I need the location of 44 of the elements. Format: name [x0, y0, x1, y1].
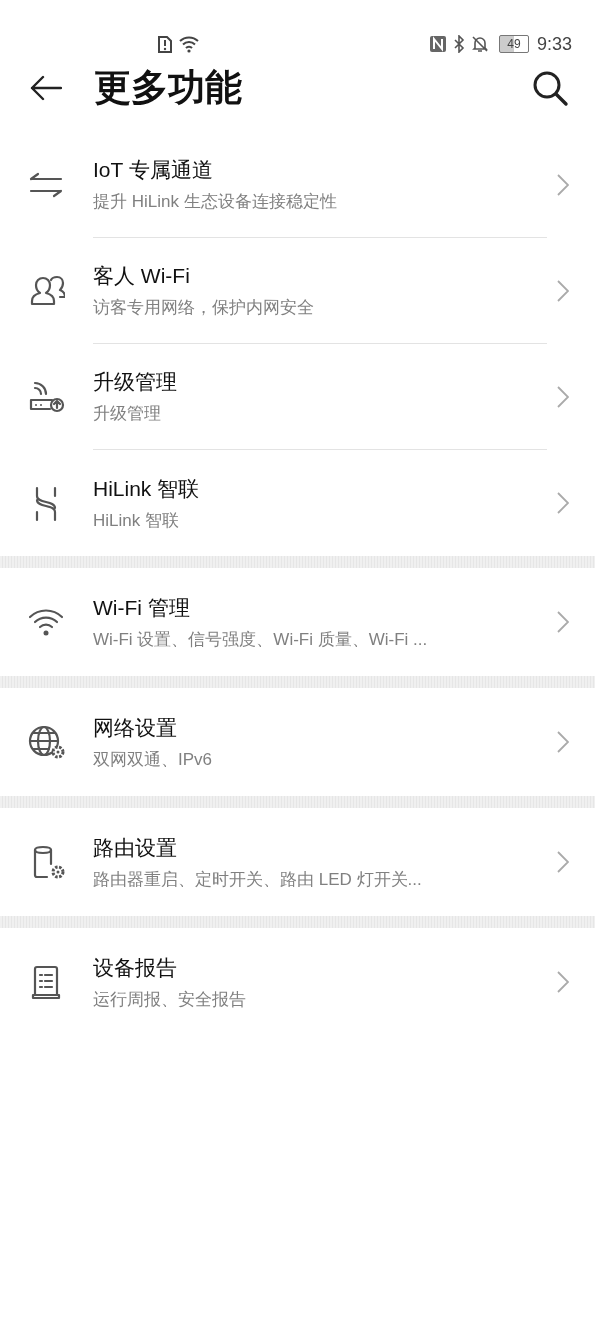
search-button[interactable]: [531, 69, 569, 107]
battery-icon: 49: [498, 35, 529, 53]
item-title: 客人 Wi-Fi: [93, 263, 191, 289]
item-title: 升级管理: [93, 369, 178, 395]
bluetooth-icon: [452, 35, 465, 53]
item-title: 网络设置: [93, 714, 178, 741]
chevron-icon: [557, 386, 569, 408]
menu-item[interactable]: IoT 专属通道 提升 HiLink 生态设备连接稳定性: [0, 132, 595, 238]
menu-item[interactable]: 设备报告 运行周报、安全报告: [0, 928, 595, 1036]
menu-item[interactable]: 路由设置 路由器重启、定时开关、路由 LED 灯开关...: [0, 808, 595, 916]
search-icon: [531, 69, 569, 107]
item-subtitle: Wi-Fi 设置、信号强度、Wi-Fi 质量、Wi-Fi ...: [93, 628, 429, 651]
item-subtitle: 路由器重启、定时开关、路由 LED 灯开关...: [93, 868, 423, 891]
chevron-icon: [557, 611, 569, 633]
item-title: 设备报告: [93, 954, 178, 981]
menu-item[interactable]: HiLink 智联 HiLink 智联: [0, 450, 595, 556]
chevron-icon: [557, 492, 569, 514]
clock-time: 9:33: [536, 33, 572, 55]
item-subtitle: 双网双通、IPv6: [93, 748, 214, 771]
chevron-icon: [557, 731, 569, 753]
sim-alert-icon: [158, 35, 172, 53]
nfc-icon: [428, 35, 447, 53]
chevron-icon: [557, 851, 569, 873]
item-title: HiLink 智联: [93, 475, 201, 502]
wifi-icon: [178, 35, 200, 53]
menu-item[interactable]: 客人 Wi-Fi 访客专用网络，保护内网安全: [0, 238, 595, 344]
chevron-icon: [557, 280, 569, 302]
item-title: Wi-Fi 管理: [93, 594, 191, 621]
item-subtitle: 访客专用网络，保护内网安全: [93, 297, 315, 319]
item-subtitle: HiLink 智联: [93, 509, 180, 532]
item-title: 路由设置: [93, 834, 178, 861]
bell-off-icon: [470, 35, 489, 53]
chevron-icon: [557, 174, 569, 196]
menu-item[interactable]: 升级管理 升级管理: [0, 344, 595, 450]
globe-gear-icon: [27, 723, 65, 761]
back-arrow-icon[interactable]: [30, 75, 62, 101]
page-title: 更多功能: [94, 65, 242, 111]
item-subtitle: 升级管理: [93, 403, 162, 425]
item-title: IoT 专属通道: [93, 157, 214, 183]
menu-item[interactable]: 网络设置 双网双通、IPv6: [0, 688, 595, 796]
item-subtitle: 提升 HiLink 生态设备连接稳定性: [93, 191, 338, 213]
chevron-icon: [557, 971, 569, 993]
menu-item[interactable]: Wi-Fi 管理 Wi-Fi 设置、信号强度、Wi-Fi 质量、Wi-Fi ...: [0, 568, 595, 676]
item-subtitle: 运行周报、安全报告: [93, 988, 247, 1011]
